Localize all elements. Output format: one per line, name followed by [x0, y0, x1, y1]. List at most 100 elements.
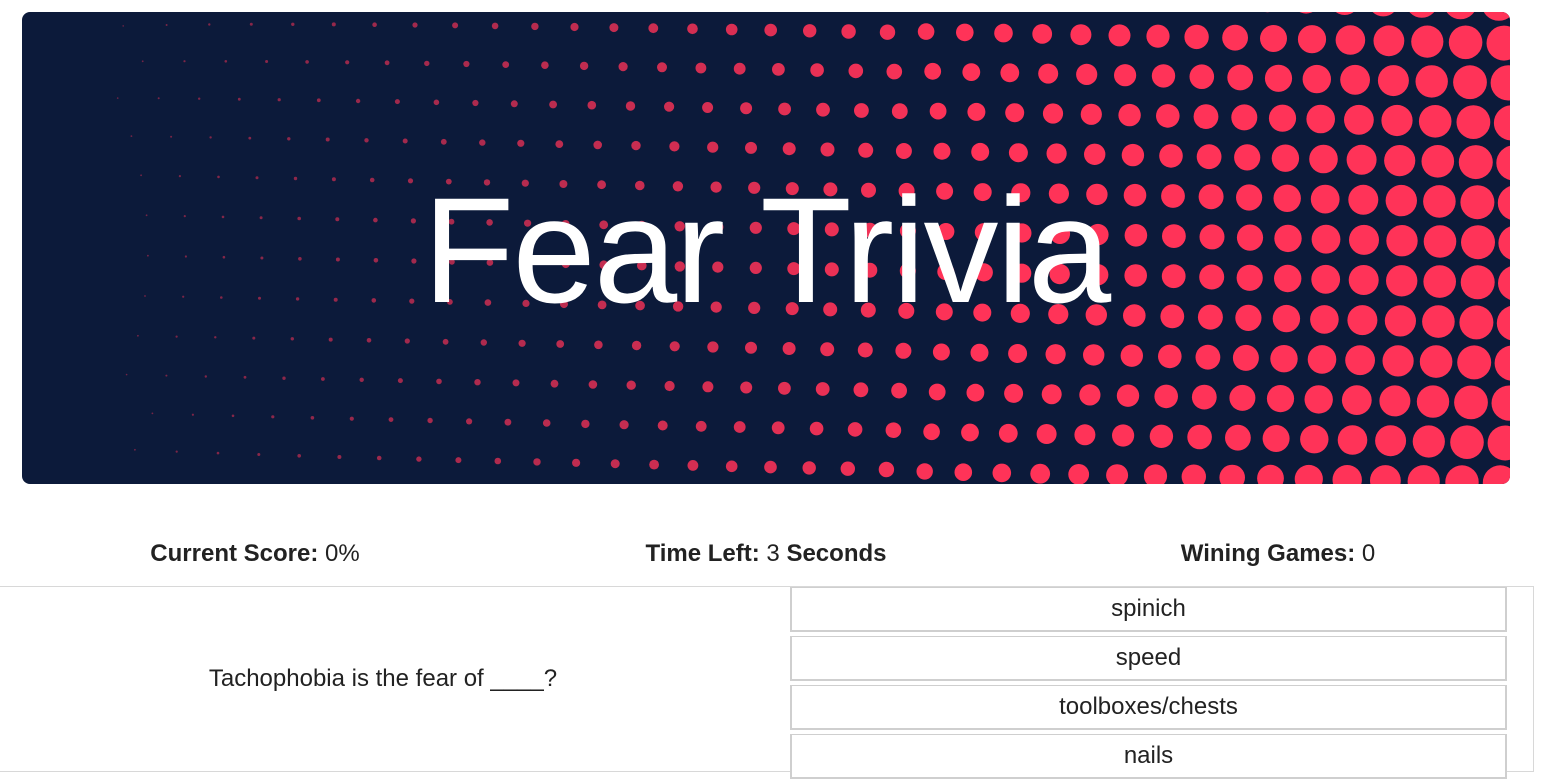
winning-games-value: 0: [1362, 540, 1375, 567]
winning-games-label: Wining Games:: [1181, 540, 1355, 567]
halftone-dot: [1483, 465, 1510, 484]
halftone-dot: [783, 142, 796, 155]
halftone-dot: [533, 458, 540, 465]
halftone-dot: [589, 380, 598, 389]
halftone-dot: [287, 137, 290, 140]
halftone-dot: [664, 102, 674, 112]
halftone-dot: [208, 23, 210, 25]
halftone-dot: [1008, 344, 1027, 363]
halftone-dot: [1454, 386, 1488, 420]
quiz-panel: Tachophobia is the fear of ____? spinich…: [0, 586, 1534, 772]
halftone-dot: [443, 339, 449, 345]
halftone-dot: [209, 136, 211, 138]
time-left-value: 3: [766, 540, 779, 567]
halftone-dot: [1081, 104, 1102, 125]
halftone-dot: [1114, 64, 1136, 86]
halftone-dot: [1308, 345, 1337, 374]
halftone-dot: [556, 340, 564, 348]
halftone-dot: [1112, 424, 1134, 446]
halftone-dot: [434, 100, 440, 106]
halftone-dot: [627, 381, 636, 390]
header-banner: Fear Trivia: [22, 12, 1510, 484]
halftone-dot: [225, 60, 228, 63]
halftone-dot: [858, 343, 873, 358]
halftone-dot: [1083, 344, 1104, 365]
halftone-dot: [810, 63, 824, 77]
halftone-dot: [649, 460, 659, 470]
time-left: Time Left: 3 Seconds: [566, 534, 966, 574]
halftone-dot: [1030, 464, 1050, 484]
halftone-dot: [1444, 12, 1477, 19]
halftone-dot: [734, 421, 746, 433]
halftone-dot: [1494, 105, 1510, 140]
current-score-label: Current Score:: [150, 540, 318, 567]
halftone-dot: [930, 103, 947, 120]
answer-option[interactable]: spinich: [790, 587, 1507, 632]
answer-list: spinich speed toolboxes/chests nails: [790, 587, 1507, 783]
halftone-dot: [745, 342, 757, 354]
current-score: Current Score: 0%: [55, 534, 455, 574]
halftone-dot: [669, 141, 679, 151]
halftone-dot: [594, 341, 603, 350]
halftone-dot: [1495, 346, 1510, 381]
halftone-dot: [962, 63, 980, 81]
halftone-dot: [1122, 144, 1144, 166]
halftone-dot: [1265, 65, 1292, 92]
halftone-dot: [1154, 385, 1178, 409]
halftone-dot: [740, 102, 752, 114]
halftone-dot: [892, 103, 908, 119]
halftone-dot: [1076, 64, 1097, 85]
halftone-dot: [1038, 64, 1058, 84]
halftone-dot: [803, 24, 816, 37]
halftone-dot: [541, 61, 549, 69]
halftone-dot: [726, 461, 738, 473]
answer-option[interactable]: nails: [790, 734, 1507, 779]
halftone-dot: [495, 458, 502, 465]
halftone-dot: [436, 379, 442, 385]
page-title: Fear Trivia: [22, 170, 1510, 330]
halftone-dot: [1338, 425, 1368, 455]
halftone-dot: [879, 462, 894, 477]
halftone-dot: [1192, 385, 1217, 410]
halftone-dot: [551, 380, 559, 388]
halftone-dot: [918, 23, 935, 40]
answer-option[interactable]: speed: [790, 636, 1507, 681]
halftone-dot: [1227, 65, 1253, 91]
halftone-dot: [1417, 385, 1449, 417]
halftone-dot: [441, 139, 447, 145]
halftone-dot: [519, 340, 526, 347]
halftone-dot: [1416, 65, 1448, 97]
halftone-dot: [1482, 12, 1511, 21]
halftone-dot: [1046, 344, 1066, 364]
halftone-dot: [1413, 425, 1445, 457]
answer-option[interactable]: toolboxes/chests: [790, 685, 1507, 730]
halftone-dot: [1257, 465, 1284, 484]
halftone-dot: [764, 24, 777, 37]
halftone-dot: [1378, 65, 1409, 96]
halftone-dot: [886, 422, 902, 438]
halftone-dot: [1419, 105, 1452, 138]
halftone-dot: [1037, 424, 1057, 444]
halftone-dot: [1305, 385, 1333, 413]
halftone-dot: [1146, 25, 1169, 48]
halftone-dot: [360, 378, 364, 382]
halftone-dot: [1152, 64, 1175, 87]
halftone-dot: [1118, 104, 1140, 126]
halftone-dot: [854, 382, 869, 397]
halftone-dot: [1300, 425, 1328, 453]
halftone-dot: [1457, 345, 1491, 379]
halftone-dot: [1009, 143, 1028, 162]
halftone-dot: [332, 22, 336, 26]
halftone-dot: [593, 141, 602, 150]
halftone-dot: [131, 135, 133, 137]
halftone-dot: [416, 456, 421, 461]
halftone-dot: [740, 382, 752, 394]
halftone-dot: [248, 137, 251, 140]
halftone-dot: [895, 343, 911, 359]
halftone-dot: [1420, 345, 1453, 378]
halftone-dot: [1374, 25, 1405, 56]
halftone-dot: [696, 63, 707, 74]
halftone-dot: [626, 101, 635, 110]
halftone-dot: [917, 463, 933, 479]
halftone-dot: [517, 140, 524, 147]
